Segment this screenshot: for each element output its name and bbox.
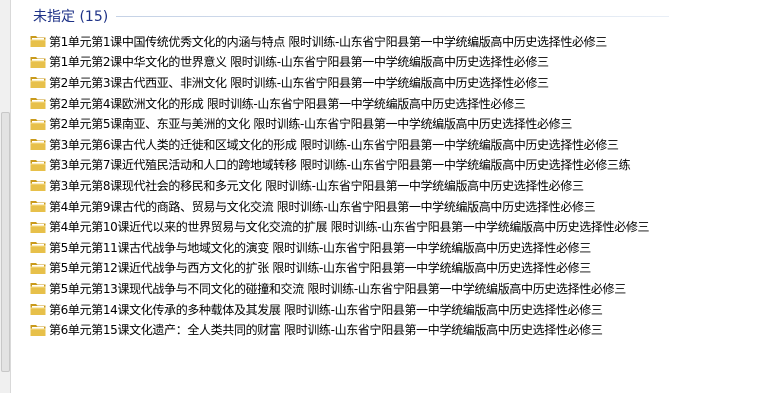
file-item[interactable]: 第6单元第14课文化传承的多种载体及其发展 限时训练-山东省宁阳县第一中学统编版… bbox=[30, 299, 730, 320]
folder-icon bbox=[30, 324, 46, 336]
file-item[interactable]: 第3单元第8课现代社会的移民和多元文化 限时训练-山东省宁阳县第一中学统编版高中… bbox=[30, 175, 730, 196]
folder-icon bbox=[30, 283, 46, 295]
folder-icon bbox=[30, 201, 46, 213]
folder-icon bbox=[30, 98, 46, 110]
scrollbar-thumb[interactable] bbox=[1, 112, 10, 372]
folder-icon bbox=[30, 221, 46, 233]
file-item[interactable]: 第4单元第10课近代以来的世界贸易与文化交流的扩展 限时训练-山东省宁阳县第一中… bbox=[30, 216, 730, 237]
file-item[interactable]: 第5单元第12课近代战争与西方文化的扩张 限时训练-山东省宁阳县第一中学统编版高… bbox=[30, 258, 730, 279]
file-list: 第1单元第1课中国传统优秀文化的内涵与特点 限时训练-山东省宁阳县第一中学统编版… bbox=[30, 31, 730, 340]
file-name: 第6单元第14课文化传承的多种载体及其发展 限时训练-山东省宁阳县第一中学统编版… bbox=[49, 302, 603, 317]
file-name: 第5单元第11课古代战争与地域文化的演变 限时训练-山东省宁阳县第一中学统编版高… bbox=[49, 240, 591, 255]
file-name: 第3单元第6课古代人类的迁徙和区域文化的形成 限时训练-山东省宁阳县第一中学统编… bbox=[49, 137, 619, 152]
file-name: 第3单元第8课现代社会的移民和多元文化 限时训练-山东省宁阳县第一中学统编版高中… bbox=[49, 178, 584, 193]
file-item[interactable]: 第2单元第4课欧洲文化的形成 限时训练-山东省宁阳县第一中学统编版高中历史选择性… bbox=[30, 93, 730, 114]
group-title: 未指定 (15) bbox=[33, 9, 109, 25]
file-item[interactable]: 第6单元第15课文化遗产：全人类共同的财富 限时训练-山东省宁阳县第一中学统编版… bbox=[30, 319, 730, 340]
file-item[interactable]: 第2单元第3课古代西亚、非洲文化 限时训练-山东省宁阳县第一中学统编版高中历史选… bbox=[30, 72, 730, 93]
folder-icon bbox=[30, 304, 46, 316]
file-item[interactable]: 第1单元第2课中华文化的世界意义 限时训练-山东省宁阳县第一中学统编版高中历史选… bbox=[30, 52, 730, 73]
file-name: 第3单元第7课近代殖民活动和人口的跨地域转移 限时训练-山东省宁阳县第一中学统编… bbox=[49, 158, 631, 173]
file-item[interactable]: 第2单元第5课南亚、东亚与美洲的文化 限时训练-山东省宁阳县第一中学统编版高中历… bbox=[30, 113, 730, 134]
group-divider bbox=[116, 15, 669, 17]
file-item[interactable]: 第3单元第6课古代人类的迁徙和区域文化的形成 限时训练-山东省宁阳县第一中学统编… bbox=[30, 134, 730, 155]
file-name: 第6单元第15课文化遗产：全人类共同的财富 限时训练-山东省宁阳县第一中学统编版… bbox=[49, 323, 603, 338]
file-item[interactable]: 第5单元第11课古代战争与地域文化的演变 限时训练-山东省宁阳县第一中学统编版高… bbox=[30, 237, 730, 258]
folder-icon bbox=[30, 77, 46, 89]
explorer-file-view: 未指定 (15) 第1单元第1课中国传统优秀文化的内涵与特点 限时训练-山东省宁… bbox=[0, 0, 773, 393]
group-header[interactable]: 未指定 (15) bbox=[33, 6, 773, 26]
file-name: 第2单元第4课欧洲文化的形成 限时训练-山东省宁阳县第一中学统编版高中历史选择性… bbox=[49, 96, 526, 111]
file-name: 第4单元第9课古代的商路、贸易与文化交流 限时训练-山东省宁阳县第一中学统编版高… bbox=[49, 199, 596, 214]
folder-icon bbox=[30, 139, 46, 151]
file-item[interactable]: 第3单元第7课近代殖民活动和人口的跨地域转移 限时训练-山东省宁阳县第一中学统编… bbox=[30, 155, 730, 176]
folder-icon bbox=[30, 56, 46, 68]
file-name: 第2单元第5课南亚、东亚与美洲的文化 限时训练-山东省宁阳县第一中学统编版高中历… bbox=[49, 117, 572, 132]
folder-icon bbox=[30, 242, 46, 254]
file-name: 第5单元第12课近代战争与西方文化的扩张 限时训练-山东省宁阳县第一中学统编版高… bbox=[49, 261, 591, 276]
file-name: 第5单元第13课现代战争与不同文化的碰撞和交流 限时训练-山东省宁阳县第一中学统… bbox=[49, 281, 626, 296]
file-name: 第4单元第10课近代以来的世界贸易与文化交流的扩展 限时训练-山东省宁阳县第一中… bbox=[49, 220, 650, 235]
file-item[interactable]: 第5单元第13课现代战争与不同文化的碰撞和交流 限时训练-山东省宁阳县第一中学统… bbox=[30, 278, 730, 299]
file-name: 第1单元第1课中国传统优秀文化的内涵与特点 限时训练-山东省宁阳县第一中学统编版… bbox=[49, 34, 607, 49]
navigation-pane-edge bbox=[0, 0, 11, 393]
folder-icon bbox=[30, 36, 46, 48]
file-item[interactable]: 第4单元第9课古代的商路、贸易与文化交流 限时训练-山东省宁阳县第一中学统编版高… bbox=[30, 196, 730, 217]
file-name: 第2单元第3课古代西亚、非洲文化 限时训练-山东省宁阳县第一中学统编版高中历史选… bbox=[49, 75, 549, 90]
file-name: 第1单元第2课中华文化的世界意义 限时训练-山东省宁阳县第一中学统编版高中历史选… bbox=[49, 55, 549, 70]
folder-icon bbox=[30, 159, 46, 171]
folder-icon bbox=[30, 118, 46, 130]
folder-icon bbox=[30, 262, 46, 274]
folder-icon bbox=[30, 180, 46, 192]
file-item[interactable]: 第1单元第1课中国传统优秀文化的内涵与特点 限时训练-山东省宁阳县第一中学统编版… bbox=[30, 31, 730, 52]
